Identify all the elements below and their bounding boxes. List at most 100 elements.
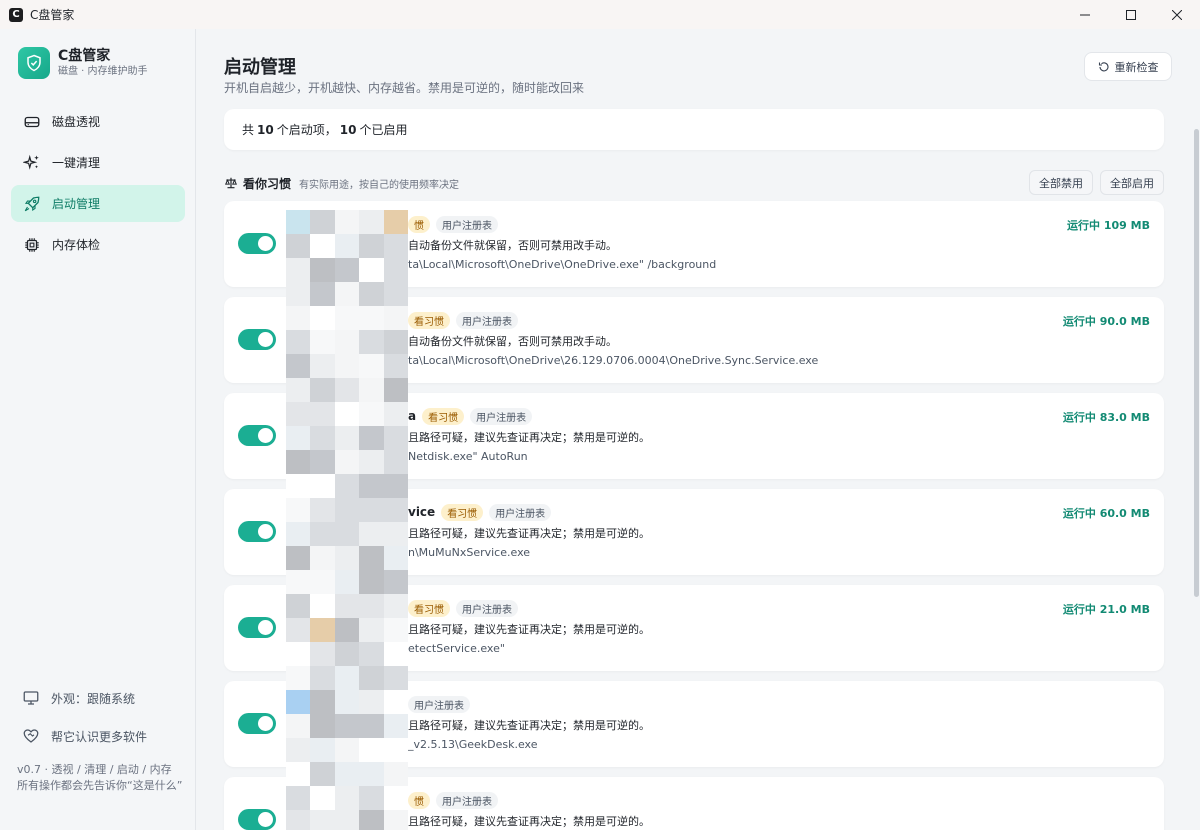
- enable-toggle[interactable]: [238, 617, 276, 638]
- redact-tile: [310, 738, 335, 762]
- redact-tile: [359, 690, 384, 714]
- redact-tile: [359, 810, 384, 830]
- sidebar: C盘管家 磁盘 · 内存维护助手 磁盘透视 一键清理 启动管理 内存体检 外观：…: [0, 29, 196, 830]
- source-badge: 用户注册表: [456, 599, 518, 617]
- redact-tile: [310, 234, 335, 258]
- disable-all-button[interactable]: 全部禁用: [1029, 170, 1093, 195]
- help-label: 帮它认识更多软件: [51, 729, 148, 744]
- redact-tile: [334, 378, 360, 402]
- redacted-region: [286, 210, 408, 830]
- nav-list: 磁盘透视 一键清理 启动管理 内存体检: [11, 103, 185, 267]
- app-icon: C: [9, 7, 23, 22]
- redact-tile: [359, 762, 384, 786]
- sidebar-item-memory[interactable]: 内存体检: [11, 226, 185, 263]
- enable-toggle[interactable]: [238, 329, 276, 350]
- summary-enabled-count: 10: [339, 122, 357, 137]
- redact-tile: [286, 378, 311, 402]
- habit-badge: 看习惯: [441, 503, 484, 521]
- redact-tile: [310, 354, 335, 378]
- close-button[interactable]: [1154, 0, 1200, 29]
- enable-all-button[interactable]: 全部启用: [1100, 170, 1164, 195]
- disk-icon: [22, 112, 42, 132]
- redact-tile: [286, 282, 311, 306]
- redact-tile: [310, 474, 335, 498]
- help-identify-link[interactable]: 帮它认识更多软件: [11, 717, 191, 755]
- item-path: ta\Local\Microsoft\OneDrive\OneDrive.exe…: [408, 258, 717, 271]
- enable-toggle[interactable]: [238, 233, 276, 254]
- redact-tile: [310, 786, 335, 810]
- enable-toggle[interactable]: [238, 425, 276, 446]
- redact-tile: [383, 354, 408, 378]
- item-path: Netdisk.exe" AutoRun: [408, 450, 528, 463]
- redact-tile: [383, 690, 408, 714]
- sidebar-item-label: 一键清理: [52, 156, 101, 170]
- source-badge: 用户注册表: [408, 695, 470, 713]
- version-info: v0.7 · 透视 / 清理 / 启动 / 内存 所有操作都会先告诉你“这是什么…: [17, 762, 187, 794]
- scrollbar[interactable]: [1192, 129, 1200, 599]
- redact-tile: [286, 354, 311, 378]
- redact-tile: [310, 330, 335, 354]
- sidebar-item-label: 启动管理: [52, 197, 101, 211]
- memory-status: 运行中 21.0 MB: [1062, 603, 1150, 616]
- redact-tile: [310, 450, 335, 474]
- sidebar-item-disk[interactable]: 磁盘透视: [11, 103, 185, 140]
- enable-toggle[interactable]: [238, 809, 276, 830]
- redact-tile: [383, 402, 408, 426]
- item-description: 且路径可疑，建议先查证再决定；禁用是可逆的。: [408, 815, 650, 828]
- redact-tile: [310, 378, 335, 402]
- title-bar: C C盘管家: [0, 0, 1200, 29]
- redact-tile: [383, 810, 408, 830]
- version-text: v0.7 · 透视 / 清理 / 启动 / 内存: [17, 763, 172, 776]
- redact-tile: [286, 810, 311, 830]
- group-header: 看你习惯 有实际用途，按自己的使用频率决定 全部禁用 全部启用: [224, 170, 1164, 196]
- item-name: vice: [408, 505, 436, 519]
- sidebar-item-startup[interactable]: 启动管理: [11, 185, 185, 222]
- scale-icon: [224, 177, 238, 189]
- appearance-setting[interactable]: 外观：跟随系统: [11, 679, 191, 717]
- redact-tile: [334, 762, 360, 786]
- redact-tile: [286, 570, 311, 594]
- maximize-button[interactable]: [1108, 0, 1154, 29]
- redact-tile: [286, 666, 311, 690]
- habit-badge: 惯: [408, 791, 430, 809]
- page-title: 启动管理: [224, 57, 296, 78]
- item-description: 且路径可疑，建议先查证再决定；禁用是可逆的。: [408, 431, 650, 444]
- scroll-thumb[interactable]: [1194, 129, 1199, 597]
- redact-tile: [310, 210, 335, 234]
- redact-tile: [334, 570, 360, 594]
- habit-badge: 看习惯: [408, 599, 450, 617]
- sparkle-icon: [22, 153, 42, 173]
- redact-tile: [334, 450, 360, 474]
- memory-status: 运行中 90.0 MB: [1062, 315, 1150, 328]
- minimize-button[interactable]: [1062, 0, 1108, 29]
- redact-tile: [383, 426, 408, 450]
- redact-tile: [383, 522, 408, 546]
- redact-tile: [334, 282, 360, 306]
- redact-tile: [310, 714, 335, 738]
- redact-tile: [334, 786, 360, 810]
- source-badge: 用户注册表: [436, 791, 498, 809]
- recheck-button[interactable]: 重新检查: [1084, 52, 1172, 81]
- redact-tile: [334, 330, 360, 354]
- redact-tile: [383, 762, 408, 786]
- source-badge: 用户注册表: [456, 311, 518, 329]
- enable-toggle[interactable]: [238, 713, 276, 734]
- summary-prefix: 共: [242, 123, 255, 137]
- redact-tile: [334, 522, 360, 546]
- redact-tile: [359, 474, 384, 498]
- redact-tile: [286, 546, 311, 570]
- summary-suffix: 个已启用: [359, 123, 408, 137]
- sidebar-item-clean[interactable]: 一键清理: [11, 144, 185, 181]
- redact-tile: [334, 402, 360, 426]
- redact-tile: [286, 498, 311, 522]
- redact-tile: [286, 642, 311, 666]
- redact-tile: [310, 258, 335, 282]
- item-path: ta\Local\Microsoft\OneDrive\26.129.0706.…: [408, 354, 819, 367]
- page-subtitle: 开机自启越少，开机越快、内存越省。禁用是可逆的，随时能改回来: [224, 81, 585, 95]
- redact-tile: [359, 714, 384, 738]
- redact-tile: [383, 666, 408, 690]
- enable-toggle[interactable]: [238, 521, 276, 542]
- redact-tile: [383, 594, 408, 618]
- redact-tile: [286, 258, 311, 282]
- redact-tile: [359, 378, 384, 402]
